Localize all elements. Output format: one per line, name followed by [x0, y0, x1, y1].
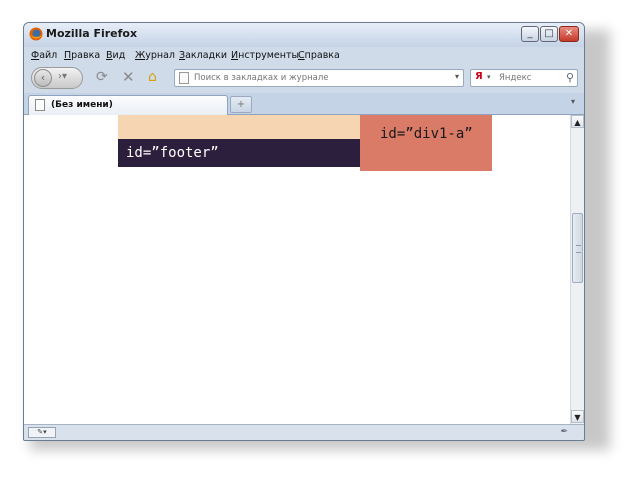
- close-button[interactable]: ✕: [559, 26, 579, 42]
- menu-bar: Файл Правка Вид Журнал Закладки Инструме…: [24, 47, 584, 65]
- tab-page-icon: [35, 99, 45, 111]
- menu-history[interactable]: Журнал: [135, 50, 175, 61]
- tab-label: (Без имени): [51, 100, 113, 110]
- scroll-down-icon[interactable]: ▼: [571, 410, 584, 423]
- navigation-toolbar: ‹ ›▾ ⟳ ✕ ⌂ ▾ Я ▾ ⚲: [24, 65, 584, 93]
- title-bar: Mozilla Firefox _ □ ✕: [24, 23, 584, 47]
- peach-block: [118, 115, 360, 139]
- scroll-thumb[interactable]: [572, 213, 583, 283]
- vertical-scrollbar[interactable]: ▲ ▼: [570, 115, 584, 424]
- menu-edit[interactable]: Правка: [64, 50, 100, 61]
- stop-icon[interactable]: ✕: [122, 70, 135, 85]
- tab-strip: (Без имени) + ▾: [24, 93, 584, 115]
- tab-list-icon[interactable]: ▾: [566, 97, 580, 111]
- menu-view[interactable]: Вид: [106, 50, 125, 61]
- div1-a-block: id=”div1-a”: [360, 115, 492, 171]
- tab-untitled[interactable]: (Без имени): [28, 95, 228, 115]
- footer-block: id=”footer”: [118, 139, 360, 167]
- address-input[interactable]: [194, 71, 444, 85]
- maximize-button[interactable]: □: [540, 26, 558, 42]
- search-icon[interactable]: ⚲: [566, 71, 574, 84]
- scroll-up-icon[interactable]: ▲: [571, 115, 584, 128]
- back-forward-group: ‹ ›▾: [31, 67, 83, 89]
- search-input[interactable]: [499, 71, 557, 85]
- menu-bookmarks[interactable]: Закладки: [179, 50, 227, 61]
- firefox-icon: [29, 27, 43, 41]
- home-icon[interactable]: ⌂: [148, 70, 157, 84]
- engine-dropdown-icon[interactable]: ▾: [487, 73, 491, 81]
- footer-label: id=”footer”: [126, 145, 219, 161]
- status-pencil-icon: ✒: [560, 427, 568, 437]
- history-dropdown-icon[interactable]: ▾: [455, 72, 459, 81]
- search-bar[interactable]: Я ▾ ⚲: [470, 69, 578, 87]
- page-content: id=”footer” id=”div1-a”: [24, 115, 570, 424]
- menu-file[interactable]: Файл: [31, 50, 57, 61]
- menu-help[interactable]: Справка: [298, 50, 340, 61]
- address-bar[interactable]: ▾: [174, 69, 464, 87]
- div1-a-label: id=”div1-a”: [380, 126, 473, 142]
- scroll-grip-icon: [576, 245, 581, 253]
- search-engine-icon[interactable]: Я: [475, 71, 483, 82]
- addon-bar-toggle-icon[interactable]: ✎▾: [28, 427, 56, 438]
- page-icon: [179, 72, 189, 84]
- browser-window: Mozilla Firefox _ □ ✕ Файл Правка Вид Жу…: [23, 22, 585, 441]
- new-tab-button[interactable]: +: [230, 96, 252, 113]
- forward-button[interactable]: ›▾: [58, 71, 67, 82]
- minimize-button[interactable]: _: [521, 26, 539, 42]
- window-title: Mozilla Firefox: [46, 27, 138, 40]
- status-bar: ✎▾ ✒: [24, 424, 584, 440]
- menu-tools[interactable]: Инструменты: [231, 50, 299, 61]
- reload-icon[interactable]: ⟳: [96, 70, 108, 84]
- back-button[interactable]: ‹: [34, 69, 52, 87]
